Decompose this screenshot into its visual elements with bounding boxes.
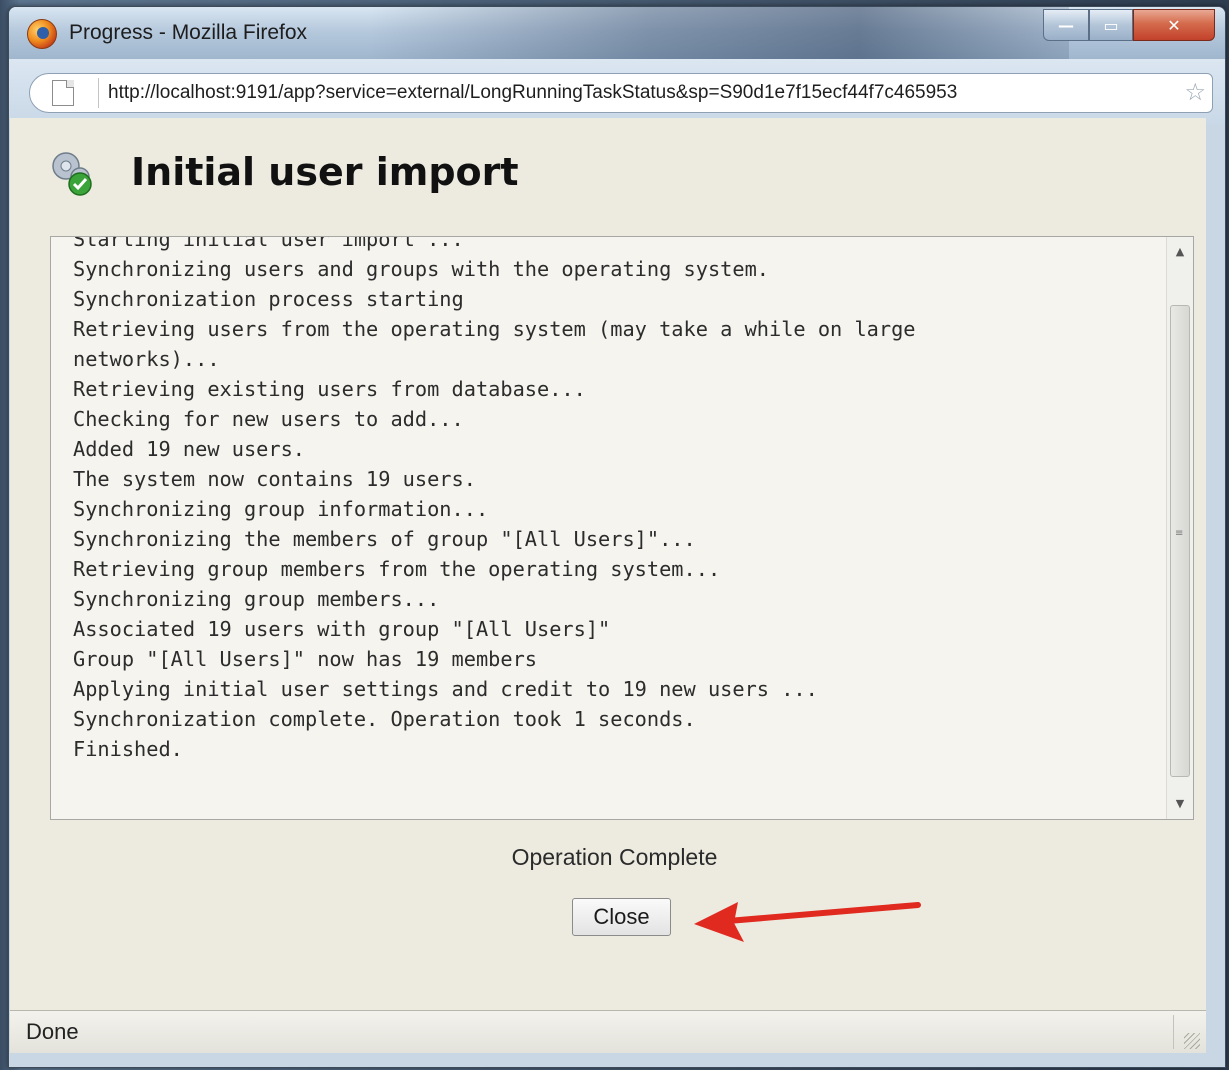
titlebar-decoration: [369, 7, 1069, 59]
scroll-up-arrow-icon[interactable]: ▲: [1167, 239, 1193, 265]
navigation-toolbar: http://localhost:9191/app?service=extern…: [9, 59, 1225, 125]
gear-check-icon: [52, 152, 92, 196]
log-line: Synchronization complete. Operation took…: [73, 707, 696, 731]
window-title: Progress - Mozilla Firefox: [69, 21, 308, 44]
log-line: networks)...: [73, 347, 220, 371]
log-output-textarea[interactable]: Starting initial user import ... Synchron…: [50, 236, 1194, 820]
status-bar: Done: [10, 1010, 1206, 1053]
address-bar[interactable]: http://localhost:9191/app?service=extern…: [29, 73, 1213, 113]
log-line: Synchronizing group members...: [73, 587, 440, 611]
log-line: The system now contains 19 users.: [73, 467, 476, 491]
red-arrow-annotation: [694, 902, 921, 942]
log-line: Associated 19 users with group "[All Use…: [73, 617, 611, 641]
scroll-down-arrow-icon[interactable]: ▼: [1167, 791, 1193, 817]
log-scrollbar[interactable]: ▲ ≡ ▼: [1166, 237, 1193, 819]
minimize-button[interactable]: —: [1043, 9, 1089, 41]
log-line: Starting initial user import ...: [73, 236, 464, 251]
window-controls: — ▭ ✕: [1043, 9, 1215, 45]
status-bar-text: Done: [26, 1019, 79, 1044]
log-line: Checking for new users to add...: [73, 407, 464, 431]
page-content: Initial user import Starting initial use…: [10, 118, 1206, 1018]
firefox-icon: [27, 19, 57, 49]
log-text: Starting initial user import ... Synchron…: [73, 236, 1153, 764]
log-line: Group "[All Users]" now has 19 members: [73, 647, 537, 671]
log-line: Added 19 new users.: [73, 437, 305, 461]
log-line: Synchronizing group information...: [73, 497, 489, 521]
scroll-grip-icon: ≡: [1175, 528, 1184, 539]
page-icon: [52, 80, 74, 106]
close-window-button[interactable]: ✕: [1133, 9, 1215, 41]
resize-grip-icon[interactable]: [1184, 1033, 1200, 1049]
close-button[interactable]: Close: [572, 898, 671, 936]
page-title: Initial user import: [131, 150, 519, 194]
log-line: Synchronization process starting: [73, 287, 464, 311]
log-line: Retrieving group members from the operat…: [73, 557, 721, 581]
log-line: Applying initial user settings and credi…: [73, 677, 818, 701]
scroll-thumb[interactable]: ≡: [1170, 305, 1190, 777]
log-line: Finished.: [73, 737, 183, 761]
log-line: Synchronizing users and groups with the …: [73, 257, 769, 281]
log-line: Retrieving existing users from database.…: [73, 377, 586, 401]
log-line: Synchronizing the members of group "[All…: [73, 527, 696, 551]
bookmark-star-icon[interactable]: ☆: [1184, 79, 1206, 105]
address-divider: [98, 78, 99, 108]
status-bar-divider: [1173, 1015, 1174, 1049]
maximize-button[interactable]: ▭: [1089, 9, 1133, 41]
url-text[interactable]: http://localhost:9191/app?service=extern…: [108, 82, 1168, 104]
title-bar: Progress - Mozilla Firefox — ▭ ✕: [9, 7, 1225, 59]
log-line: Retrieving users from the operating syst…: [73, 317, 916, 341]
operation-status: Operation Complete: [511, 844, 718, 870]
